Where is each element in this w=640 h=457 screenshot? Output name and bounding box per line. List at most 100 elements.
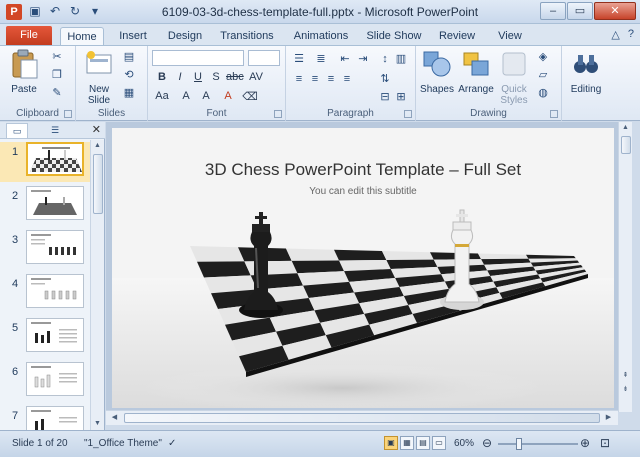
tab-transitions[interactable]: Transitions bbox=[214, 27, 280, 45]
thumbnail-row[interactable]: 4 bbox=[0, 274, 90, 314]
tab-review[interactable]: Review bbox=[432, 27, 482, 45]
thumbnail-row[interactable]: 3 bbox=[0, 230, 90, 270]
minimize-button[interactable]: – bbox=[540, 2, 566, 20]
scroll-up-icon[interactable]: ▲ bbox=[91, 140, 104, 152]
slide-thumbnail[interactable] bbox=[26, 406, 84, 430]
tab-file[interactable]: File bbox=[6, 26, 52, 45]
numbering-icon[interactable]: ≣ bbox=[314, 52, 328, 66]
tab-design[interactable]: Design bbox=[162, 27, 208, 45]
shape-outline-icon[interactable]: ▱ bbox=[536, 68, 550, 82]
slide-subtitle[interactable]: You can edit this subtitle bbox=[112, 186, 614, 197]
section-icon[interactable]: ▦ bbox=[122, 86, 136, 100]
thumbnail-row[interactable]: 7 bbox=[0, 406, 90, 430]
maximize-button[interactable]: ▭ bbox=[567, 2, 593, 20]
scroll-left-icon[interactable]: ◀ bbox=[108, 412, 121, 424]
font-name-dropdown[interactable] bbox=[152, 50, 244, 66]
slide-canvas[interactable]: 3D Chess PowerPoint Template – Full Set … bbox=[112, 128, 614, 408]
help-icon[interactable]: ? bbox=[628, 28, 634, 41]
editing-button[interactable]: Editing bbox=[566, 49, 606, 95]
font-color-icon[interactable]: A bbox=[220, 90, 236, 102]
arrange-button[interactable]: Arrange bbox=[456, 49, 496, 95]
scroll-thumb[interactable] bbox=[621, 136, 631, 154]
underline-icon[interactable]: U bbox=[190, 71, 206, 83]
slide-show-icon[interactable]: ▭ bbox=[432, 436, 446, 450]
justify-icon[interactable]: ≡ bbox=[340, 72, 354, 86]
thumbnail-row[interactable]: 6 bbox=[0, 362, 90, 402]
scroll-right-icon[interactable]: ▶ bbox=[602, 412, 615, 424]
scroll-thumb[interactable] bbox=[93, 154, 103, 214]
copy-icon[interactable]: ❐ bbox=[50, 68, 64, 82]
font-size-dropdown[interactable] bbox=[248, 50, 280, 66]
shrink-font-icon[interactable]: A bbox=[198, 90, 214, 102]
close-button[interactable]: ✕ bbox=[594, 2, 636, 20]
panel-close-icon[interactable]: ✕ bbox=[92, 123, 101, 136]
tab-insert[interactable]: Insert bbox=[110, 27, 156, 45]
horizontal-scroll-thumb[interactable] bbox=[124, 413, 600, 423]
cut-icon[interactable]: ✂ bbox=[50, 50, 64, 64]
slide-thumbnail[interactable] bbox=[26, 362, 84, 396]
decrease-indent-icon[interactable]: ⇤ bbox=[338, 52, 352, 66]
grow-font-icon[interactable]: A bbox=[178, 90, 194, 102]
spellcheck-icon[interactable]: ✓ bbox=[168, 438, 176, 449]
fit-to-window-icon[interactable]: ⊡ bbox=[600, 436, 610, 450]
line-spacing-icon[interactable]: ↕ bbox=[378, 52, 392, 66]
align-center-icon[interactable]: ≡ bbox=[308, 72, 322, 86]
slides-tab-icon[interactable]: ▭ bbox=[6, 123, 28, 138]
strikethrough-icon[interactable]: abc bbox=[226, 71, 244, 83]
zoom-slider-thumb[interactable] bbox=[516, 438, 522, 450]
next-slide-icon[interactable]: ⇟ bbox=[619, 384, 632, 396]
tab-view[interactable]: View bbox=[488, 27, 532, 45]
zoom-out-icon[interactable]: ⊖ bbox=[482, 436, 492, 450]
outline-tab-icon[interactable]: ☰ bbox=[44, 123, 66, 138]
scroll-up-icon[interactable]: ▲ bbox=[619, 122, 632, 134]
quick-styles-button[interactable]: Quick Styles bbox=[496, 49, 532, 106]
paste-button[interactable]: Paste bbox=[6, 49, 42, 95]
new-slide-button[interactable]: New Slide bbox=[82, 49, 116, 106]
tab-slide-show[interactable]: Slide Show bbox=[362, 27, 426, 45]
increase-indent-icon[interactable]: ⇥ bbox=[356, 52, 370, 66]
change-case-icon[interactable]: Aa bbox=[154, 90, 170, 102]
minimize-ribbon-icon[interactable]: △ bbox=[611, 28, 619, 41]
slide-thumbnail[interactable] bbox=[26, 274, 84, 308]
text-direction-icon[interactable]: ⇅ bbox=[378, 72, 392, 86]
scroll-down-icon[interactable]: ▼ bbox=[91, 418, 104, 430]
char-spacing-icon[interactable]: AV bbox=[248, 71, 264, 83]
columns-icon[interactable]: ▥ bbox=[394, 52, 408, 66]
shape-fill-icon[interactable]: ◈ bbox=[536, 50, 550, 64]
thumbnail-row[interactable]: 1 bbox=[0, 142, 90, 182]
horizontal-scrollbar[interactable]: ◀ ▶ bbox=[106, 410, 618, 425]
align-right-icon[interactable]: ≡ bbox=[324, 72, 338, 86]
font-launcher-icon[interactable] bbox=[274, 110, 282, 118]
slide-sorter-icon[interactable]: ▦ bbox=[400, 436, 414, 450]
bullets-icon[interactable]: ☰ bbox=[292, 52, 306, 66]
reset-icon[interactable]: ⟲ bbox=[122, 68, 136, 82]
shadow-icon[interactable]: S bbox=[208, 71, 224, 83]
normal-view-icon[interactable]: ▣ bbox=[384, 436, 398, 450]
zoom-in-icon[interactable]: ⊕ bbox=[580, 436, 590, 450]
reading-view-icon[interactable]: ▤ bbox=[416, 436, 430, 450]
slide-scrollbar[interactable]: ▲ ⇞ ⇟ bbox=[618, 122, 632, 412]
slide-thumbnail[interactable] bbox=[26, 186, 84, 220]
zoom-level[interactable]: 60% bbox=[454, 438, 474, 449]
clear-format-icon[interactable]: ⌫ bbox=[242, 90, 258, 103]
format-painter-icon[interactable]: ✎ bbox=[50, 86, 64, 100]
bold-icon[interactable]: B bbox=[154, 71, 170, 83]
italic-icon[interactable]: I bbox=[172, 71, 188, 83]
slide-thumbnail[interactable] bbox=[26, 230, 84, 264]
clipboard-launcher-icon[interactable] bbox=[64, 110, 72, 118]
shapes-button[interactable]: Shapes bbox=[418, 49, 456, 95]
thumbnail-row[interactable]: 5 bbox=[0, 318, 90, 358]
align-left-icon[interactable]: ≡ bbox=[292, 72, 306, 86]
paragraph-launcher-icon[interactable] bbox=[404, 110, 412, 118]
slide-thumbnail[interactable] bbox=[26, 142, 84, 176]
layout-icon[interactable]: ▤ bbox=[122, 50, 136, 64]
align-text-icon[interactable]: ⊟ bbox=[378, 90, 392, 104]
tab-animations[interactable]: Animations bbox=[288, 27, 354, 45]
smartart-icon[interactable]: ⊞ bbox=[394, 90, 408, 104]
thumbnail-scrollbar[interactable]: ▲ ▼ bbox=[90, 140, 104, 430]
thumbnail-row[interactable]: 2 bbox=[0, 186, 90, 226]
theme-name[interactable]: "1_Office Theme" bbox=[84, 438, 162, 449]
slide-thumbnail[interactable] bbox=[26, 318, 84, 352]
previous-slide-icon[interactable]: ⇞ bbox=[619, 370, 632, 382]
drawing-launcher-icon[interactable] bbox=[550, 110, 558, 118]
